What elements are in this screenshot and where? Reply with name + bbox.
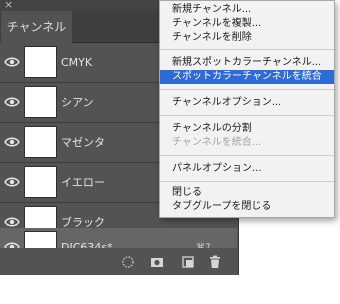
channel-name: マゼンタ [61,136,105,149]
menu-separator [160,49,334,50]
channel-thumbnail [24,126,57,158]
channel-thumbnail [24,166,57,198]
channel-thumbnail [24,46,57,78]
menu-item-merge-channels: チャンネルを統合... [172,137,262,148]
tab-channels[interactable]: チャンネル [1,11,72,43]
menu-item-merge-spot-channel[interactable]: スポットカラーチャンネルを統合 [160,70,334,84]
visibility-eye-icon[interactable] [4,56,20,68]
menu-item-split-channels[interactable]: チャンネルの分割 [160,122,334,136]
visibility-eye-icon[interactable] [4,96,20,108]
close-icon[interactable]: × [4,0,13,11]
panel-flyout-menu: 新規チャンネル... チャンネルを複製... チャンネルを削除 新規スポットカラ… [159,0,335,218]
menu-separator [160,89,334,90]
channel-name: CMYK [61,56,93,69]
visibility-eye-icon[interactable] [4,176,20,188]
load-selection-icon[interactable] [121,255,135,269]
menu-item-duplicate-channel[interactable]: チャンネルを複製... [160,17,334,31]
menu-item-delete-channel[interactable]: チャンネルを削除 [160,31,334,45]
channel-name: イエロー [61,176,105,189]
menu-item-close-tab-group[interactable]: タブグループを閉じる [160,200,334,214]
menu-item-channel-options[interactable]: チャンネルオプション... [160,96,334,110]
channel-name: シアン [61,96,94,109]
menu-separator [160,155,334,156]
delete-icon[interactable] [208,255,222,269]
visibility-eye-icon[interactable] [4,216,20,228]
visibility-eye-icon[interactable] [4,136,20,148]
menu-item-new-channel[interactable]: 新規チャンネル... [160,3,334,17]
menu-separator [160,115,334,116]
panel-bottom-toolbar [0,248,237,275]
new-channel-icon[interactable] [181,255,195,269]
menu-item-panel-options[interactable]: パネルオプション... [160,162,334,176]
menu-item-new-spot-channel[interactable]: 新規スポットカラーチャンネル... [160,56,334,70]
save-selection-icon[interactable] [150,255,164,269]
menu-item-close[interactable]: 閉じる [160,186,334,200]
menu-separator [160,181,334,182]
channel-thumbnail [24,86,57,118]
